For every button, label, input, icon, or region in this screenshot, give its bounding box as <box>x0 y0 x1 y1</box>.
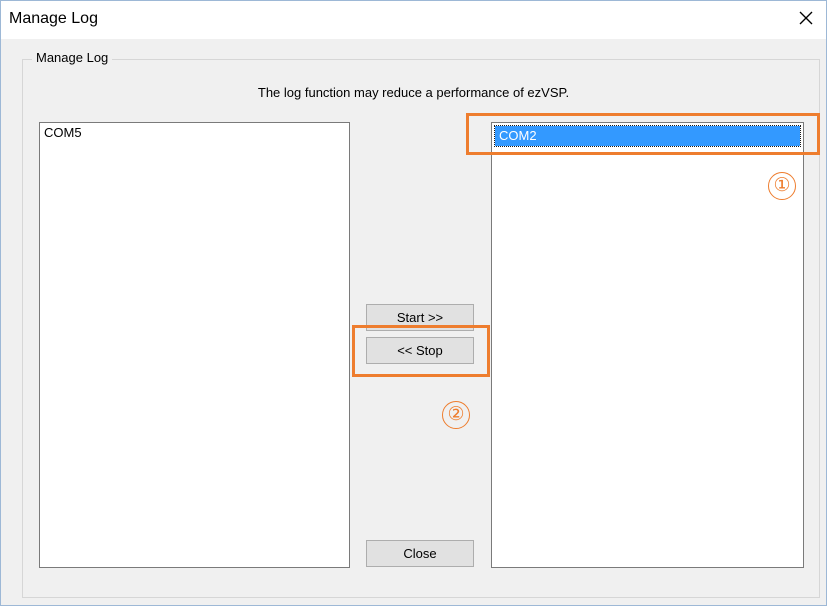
annotation-marker-1: ① <box>768 172 796 200</box>
highlight-box-2 <box>352 325 490 377</box>
close-button[interactable]: Close <box>366 540 474 567</box>
annotation-marker-2: ② <box>442 401 470 429</box>
window-title: Manage Log <box>9 10 98 27</box>
title-bar: Manage Log <box>1 1 826 39</box>
performance-notice: The log function may reduce a performanc… <box>257 85 570 100</box>
logging-ports-list[interactable]: COM2 <box>491 122 804 568</box>
available-ports-list[interactable]: COM5 <box>39 122 350 568</box>
groupbox-label: Manage Log <box>32 50 113 65</box>
close-icon[interactable] <box>796 8 816 28</box>
list-item-com5[interactable]: COM5 <box>40 123 349 143</box>
highlight-box-1 <box>466 113 820 155</box>
